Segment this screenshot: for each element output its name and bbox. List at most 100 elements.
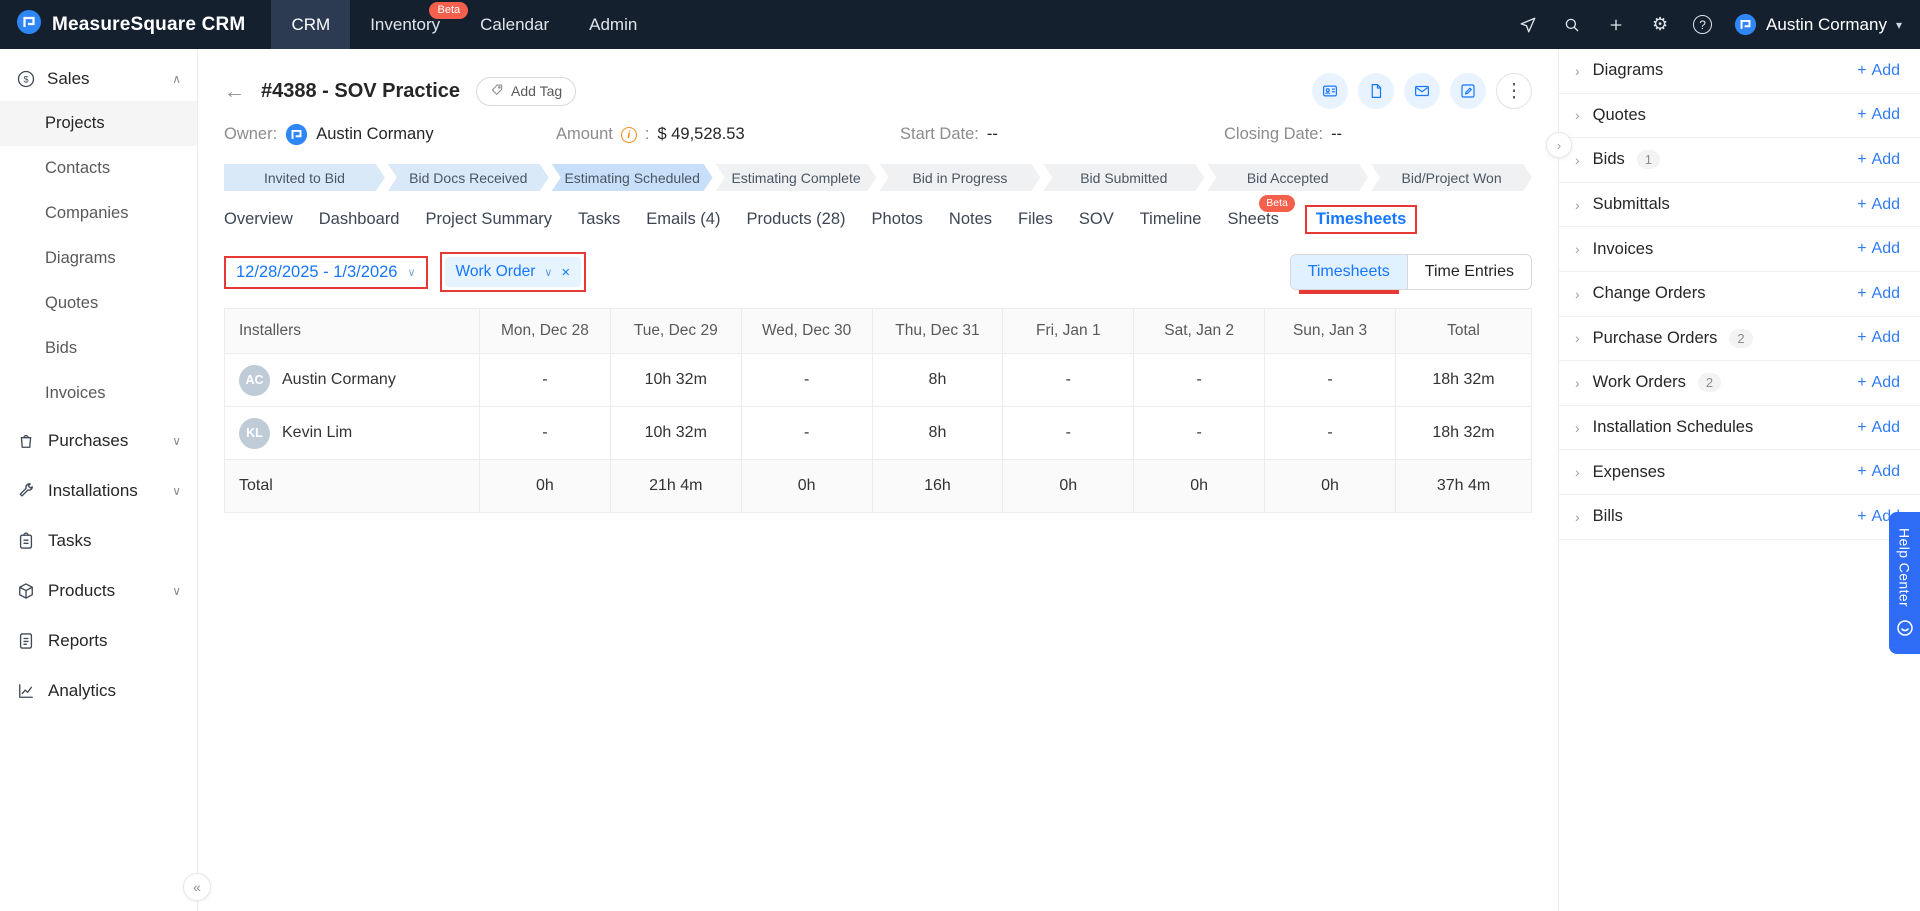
tab-sov[interactable]: SOV — [1079, 206, 1114, 233]
sidebar-section-analytics[interactable]: Analytics — [0, 666, 197, 716]
panel-row-purchase-orders[interactable]: › Purchase Orders 2 + Add — [1559, 317, 1920, 362]
settings-gear-icon[interactable]: ⚙ — [1649, 14, 1671, 36]
add-purchase-order-button[interactable]: + Add — [1857, 329, 1900, 347]
col-sun: Sun, Jan 3 — [1264, 308, 1396, 354]
sidebar-item-invoices[interactable]: Invoices — [0, 371, 197, 416]
document-icon[interactable] — [1358, 73, 1394, 109]
sidebar-collapse-button[interactable]: « — [183, 873, 211, 901]
sidebar-section-label: Sales — [47, 69, 90, 88]
sidebar-item-projects[interactable]: Projects — [0, 101, 197, 146]
work-order-filter-chip[interactable]: Work Order ∨ × — [444, 257, 582, 287]
view-toggle: Timesheets Time Entries — [1289, 254, 1532, 294]
sidebar-item-contacts[interactable]: Contacts — [0, 146, 197, 191]
mail-icon[interactable] — [1404, 73, 1440, 109]
amount-info-icon[interactable]: i — [620, 126, 637, 143]
add-invoice-button[interactable]: + Add — [1857, 240, 1900, 258]
stage-bid-accepted[interactable]: Bid Accepted — [1207, 164, 1368, 191]
date-range-picker[interactable]: 12/28/2025 - 1/3/2026 ∨ — [226, 258, 426, 287]
add-installation-schedule-button[interactable]: + Add — [1857, 419, 1900, 437]
tab-dashboard[interactable]: Dashboard — [319, 206, 400, 233]
tab-photos[interactable]: Photos — [872, 206, 923, 233]
nav-item-admin[interactable]: Admin — [569, 0, 657, 49]
add-submittal-button[interactable]: + Add — [1857, 196, 1900, 214]
main-content: ← #4388 - SOV Practice Add Tag ⋮ Owner: … — [198, 49, 1558, 911]
tab-notes[interactable]: Notes — [949, 206, 992, 233]
navbar-right: ⚙ ? Austin Cormany ▾ — [1517, 0, 1920, 49]
user-menu[interactable]: Austin Cormany ▾ — [1734, 13, 1902, 36]
stage-bid-docs-received[interactable]: Bid Docs Received — [388, 164, 549, 191]
main-nav: CRM Inventory Beta Calendar Admin — [271, 0, 657, 49]
sidebar-item-quotes[interactable]: Quotes — [0, 281, 197, 326]
panel-row-diagrams[interactable]: › Diagrams + Add — [1559, 49, 1920, 94]
tab-tasks[interactable]: Tasks — [578, 206, 620, 233]
panel-row-change-orders[interactable]: › Change Orders + Add — [1559, 272, 1920, 317]
back-button[interactable]: ← — [224, 81, 245, 102]
stage-estimating-scheduled[interactable]: Estimating Scheduled — [552, 164, 713, 191]
stage-estimating-complete[interactable]: Estimating Complete — [716, 164, 877, 191]
add-icon[interactable] — [1605, 14, 1627, 36]
sidebar-section-purchases[interactable]: Purchases ∨ — [0, 416, 197, 466]
panel-row-quotes[interactable]: › Quotes + Add — [1559, 94, 1920, 139]
panel-row-bids[interactable]: › Bids 1 + Add — [1559, 138, 1920, 183]
tab-emails[interactable]: Emails (4) — [646, 206, 720, 233]
help-question-icon[interactable]: ? — [1693, 15, 1713, 34]
chevron-down-icon: ∨ — [172, 434, 181, 448]
stage-invited-to-bid[interactable]: Invited to Bid — [224, 164, 385, 191]
tab-files[interactable]: Files — [1018, 206, 1053, 233]
add-tag-button[interactable]: Add Tag — [476, 76, 577, 106]
plus-icon: + — [1857, 240, 1867, 258]
panel-row-work-orders[interactable]: › Work Orders 2 + Add — [1559, 361, 1920, 406]
avatar: KL — [239, 417, 270, 449]
panel-row-invoices[interactable]: › Invoices + Add — [1559, 227, 1920, 272]
sidebar-section-installations[interactable]: Installations ∨ — [0, 466, 197, 516]
tab-overview[interactable]: Overview — [224, 206, 293, 233]
help-center-tab[interactable]: Help Center — [1889, 512, 1920, 655]
project-title: #4388 - SOV Practice — [261, 79, 461, 102]
add-bid-button[interactable]: + Add — [1857, 151, 1900, 169]
sidebar-section-products[interactable]: Products ∨ — [0, 566, 197, 616]
panel-row-bills[interactable]: › Bills + Add — [1559, 495, 1920, 540]
add-change-order-button[interactable]: + Add — [1857, 285, 1900, 303]
panel-collapse-button[interactable]: › — [1546, 132, 1572, 158]
stage-bid-in-progress[interactable]: Bid in Progress — [880, 164, 1041, 191]
more-actions-button[interactable]: ⋮ — [1496, 73, 1532, 109]
panel-row-submittals[interactable]: › Submittals + Add — [1559, 183, 1920, 228]
send-icon[interactable] — [1517, 14, 1539, 36]
tab-timeline[interactable]: Timeline — [1140, 206, 1202, 233]
nav-item-calendar[interactable]: Calendar — [460, 0, 569, 49]
add-label: Add — [1871, 418, 1900, 436]
search-icon[interactable] — [1561, 14, 1583, 36]
stage-bid-submitted[interactable]: Bid Submitted — [1043, 164, 1204, 191]
edit-icon[interactable] — [1450, 73, 1486, 109]
col-fri: Fri, Jan 1 — [1002, 308, 1135, 354]
tab-sheets[interactable]: Sheets Beta — [1227, 195, 1295, 233]
project-header: ← #4388 - SOV Practice Add Tag ⋮ — [224, 49, 1532, 119]
products-box-icon — [16, 581, 36, 601]
tab-timesheets[interactable]: Timesheets — [1316, 206, 1407, 232]
sidebar-section-reports[interactable]: Reports — [0, 616, 197, 666]
sidebar-item-diagrams[interactable]: Diagrams — [0, 236, 197, 281]
add-quote-button[interactable]: + Add — [1857, 106, 1900, 124]
sidebar-section-sales[interactable]: $ Sales ∧ — [0, 57, 197, 101]
owner-avatar — [285, 123, 308, 146]
nav-item-crm[interactable]: CRM — [271, 0, 351, 49]
toggle-timesheets[interactable]: Timesheets — [1290, 255, 1407, 289]
sales-dollar-icon: $ — [16, 69, 36, 89]
tab-products[interactable]: Products (28) — [746, 206, 845, 233]
add-expense-button[interactable]: + Add — [1857, 463, 1900, 481]
contact-card-icon[interactable] — [1312, 73, 1348, 109]
sidebar-section-tasks[interactable]: Tasks — [0, 516, 197, 566]
panel-row-installation-schedules[interactable]: › Installation Schedules + Add — [1559, 406, 1920, 451]
brand[interactable]: MeasureSquare CRM — [16, 0, 245, 49]
add-work-order-button[interactable]: + Add — [1857, 374, 1900, 392]
panel-row-expenses[interactable]: › Expenses + Add — [1559, 450, 1920, 495]
nav-item-inventory[interactable]: Inventory Beta — [350, 0, 469, 49]
toggle-time-entries[interactable]: Time Entries — [1406, 255, 1531, 289]
panel-row-label: Bids — [1592, 150, 1625, 169]
close-icon[interactable]: × — [561, 264, 570, 281]
stage-bid-project-won[interactable]: Bid/Project Won — [1371, 164, 1532, 191]
tab-project-summary[interactable]: Project Summary — [426, 206, 553, 233]
add-diagram-button[interactable]: + Add — [1857, 62, 1900, 80]
sidebar-item-bids[interactable]: Bids — [0, 326, 197, 371]
sidebar-item-companies[interactable]: Companies — [0, 191, 197, 236]
